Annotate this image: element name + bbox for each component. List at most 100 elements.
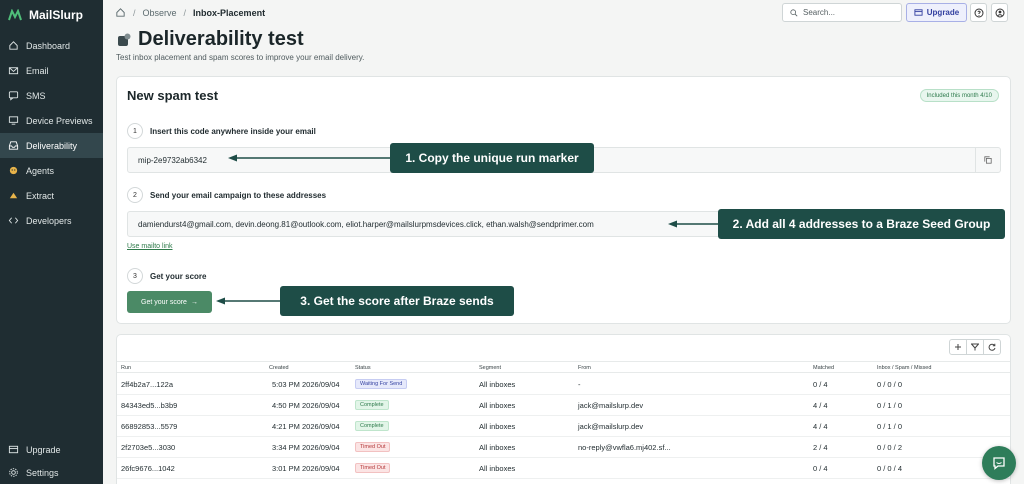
filter-icon <box>971 343 979 351</box>
run-marker-code[interactable]: mip-2e9732ab6342 <box>138 156 207 165</box>
sidebar-item-deliverability[interactable]: Deliverability <box>0 133 103 158</box>
inbox-spam-missed: 0 / 1 / 0 <box>877 401 903 410</box>
home-icon[interactable] <box>115 7 126 18</box>
search-icon <box>790 8 798 16</box>
help-button[interactable] <box>970 3 987 22</box>
sidebar-item-dashboard[interactable]: Dashboard <box>0 33 103 58</box>
get-score-button[interactable]: Get your score → <box>127 291 212 313</box>
add-button[interactable] <box>949 339 967 355</box>
code-icon <box>8 217 19 224</box>
step-1-number: 1 <box>127 123 143 139</box>
column-header-created[interactable]: Created <box>269 365 289 371</box>
search-box[interactable] <box>782 3 902 22</box>
sidebar-item-email[interactable]: Email <box>0 58 103 83</box>
topbar: / Observe / Inbox-Placement Upgrade <box>103 0 1024 26</box>
run-id: 2f2703e5...3030 <box>121 443 176 452</box>
run-id: 26fc9676...1042 <box>121 464 175 473</box>
matched-count: 4 / 4 <box>813 422 828 431</box>
mailto-link[interactable]: Use mailto link <box>127 243 173 250</box>
filter-button[interactable] <box>966 339 984 355</box>
sidebar-bottom: Upgrade Settings <box>0 438 103 484</box>
breadcrumb: / Observe / Inbox-Placement <box>115 7 265 18</box>
seed-addresses[interactable]: damiendurst4@gmail.com, devin.deong.81@o… <box>138 220 594 229</box>
segment: All inboxes <box>479 401 516 410</box>
column-header-from[interactable]: From <box>578 365 591 371</box>
segment: All inboxes <box>479 443 516 452</box>
copy-button[interactable] <box>975 148 1000 172</box>
column-header-run[interactable]: Run <box>121 365 131 371</box>
new-spam-test-card: New spam test Included this month 4/10 1… <box>116 76 1011 324</box>
deliverability-icon <box>118 33 131 46</box>
sidebar-item-label: Dashboard <box>26 40 71 51</box>
created-date: 4:50 PM 2026/09/04 <box>272 401 340 410</box>
upgrade-button[interactable]: Upgrade <box>906 3 967 22</box>
run-id: 84343ed5...b3b9 <box>121 401 178 410</box>
sidebar-item-agents[interactable]: Agents <box>0 158 103 183</box>
inbox-spam-missed: 0 / 1 / 0 <box>877 422 903 431</box>
sms-icon <box>8 91 19 101</box>
brand[interactable]: MailSlurp <box>8 8 83 22</box>
breadcrumb-observe[interactable]: Observe <box>143 8 177 18</box>
breadcrumb-separator: / <box>183 7 187 18</box>
segment: All inboxes <box>479 422 516 431</box>
created-date: 5:03 PM 2026/09/04 <box>272 380 340 389</box>
step-3-number: 3 <box>127 268 143 284</box>
search-input[interactable] <box>803 8 888 17</box>
device-icon <box>8 116 19 125</box>
breadcrumb-separator: / <box>133 7 136 18</box>
from-address: no-reply@vwfla6.mj402.sf... <box>578 443 671 452</box>
mail-icon <box>8 67 19 75</box>
home-icon <box>9 41 18 50</box>
table-row[interactable]: 26fc9676...1042 3:01 PM 2026/09/04 Timed… <box>117 458 1010 479</box>
copy-icon <box>984 156 992 164</box>
breadcrumb-current: Inbox-Placement <box>193 7 266 18</box>
chat-button[interactable] <box>982 446 1016 480</box>
upgrade-button-label: Upgrade <box>926 8 960 17</box>
refresh-button[interactable] <box>983 339 1001 355</box>
column-header-inbox-spam-missed[interactable]: Inbox / Spam / Missed <box>877 365 931 371</box>
callout-1: 1. Copy the unique run marker <box>390 143 594 173</box>
table-row[interactable]: 66892853...5579 4:21 PM 2026/09/04 Compl… <box>117 416 1010 437</box>
sidebar-item-developers[interactable]: Developers <box>0 208 103 233</box>
callout-2: 2. Add all 4 addresses to a Braze Seed G… <box>718 209 1005 239</box>
sidebar-item-extract[interactable]: Extract <box>0 183 103 208</box>
run-id: 2ff4b2a7...122a <box>121 380 173 389</box>
column-header-status[interactable]: Status <box>355 365 371 371</box>
column-header-segment[interactable]: Segment <box>479 365 501 371</box>
sidebar-item-sms[interactable]: SMS <box>0 83 103 108</box>
sidebar-item-settings[interactable]: Settings <box>0 461 103 484</box>
sidebar-item-label: Settings <box>26 467 59 478</box>
account-button[interactable] <box>991 3 1008 22</box>
get-score-button-label: Get your score <box>141 298 187 306</box>
plus-icon <box>955 344 961 350</box>
step-2-title: Send your email campaign to these addres… <box>150 191 327 200</box>
column-header-matched[interactable]: Matched <box>813 365 834 371</box>
user-icon <box>995 8 1004 17</box>
sidebar-item-label: Developers <box>26 215 72 226</box>
sidebar-item-label: Deliverability <box>26 140 78 151</box>
arrow-right-icon: → <box>190 298 198 306</box>
matched-count: 0 / 4 <box>813 464 828 473</box>
help-icon <box>974 8 983 17</box>
table-header: Run Created Status Segment From Matched … <box>117 361 1010 373</box>
sidebar-item-upgrade[interactable]: Upgrade <box>0 438 103 461</box>
inbox-icon <box>8 141 19 150</box>
card-icon <box>914 9 923 16</box>
usage-badge: Included this month 4/10 <box>919 89 999 102</box>
status-badge: Timed Out <box>355 463 391 473</box>
page-header: Deliverability test <box>116 28 304 51</box>
created-date: 3:34 PM 2026/09/04 <box>272 443 340 452</box>
table-toolbar <box>949 339 1001 355</box>
chat-icon <box>993 457 1005 470</box>
status-badge: Timed Out <box>355 442 391 452</box>
refresh-icon <box>988 343 996 351</box>
extract-icon <box>9 192 18 199</box>
gear-icon <box>9 468 18 477</box>
sidebar-item-device-previews[interactable]: Device Previews <box>0 108 103 133</box>
brand-name: MailSlurp <box>29 8 84 22</box>
table-row[interactable]: 2f2703e5...3030 3:34 PM 2026/09/04 Timed… <box>117 437 1010 458</box>
table-row[interactable]: 84343ed5...b3b9 4:50 PM 2026/09/04 Compl… <box>117 395 1010 416</box>
table-row[interactable]: 2ff4b2a7...122a 5:03 PM 2026/09/04 Waiti… <box>117 374 1010 395</box>
sidebar-item-label: Agents <box>26 165 55 176</box>
sidebar-item-label: Device Previews <box>26 115 93 126</box>
